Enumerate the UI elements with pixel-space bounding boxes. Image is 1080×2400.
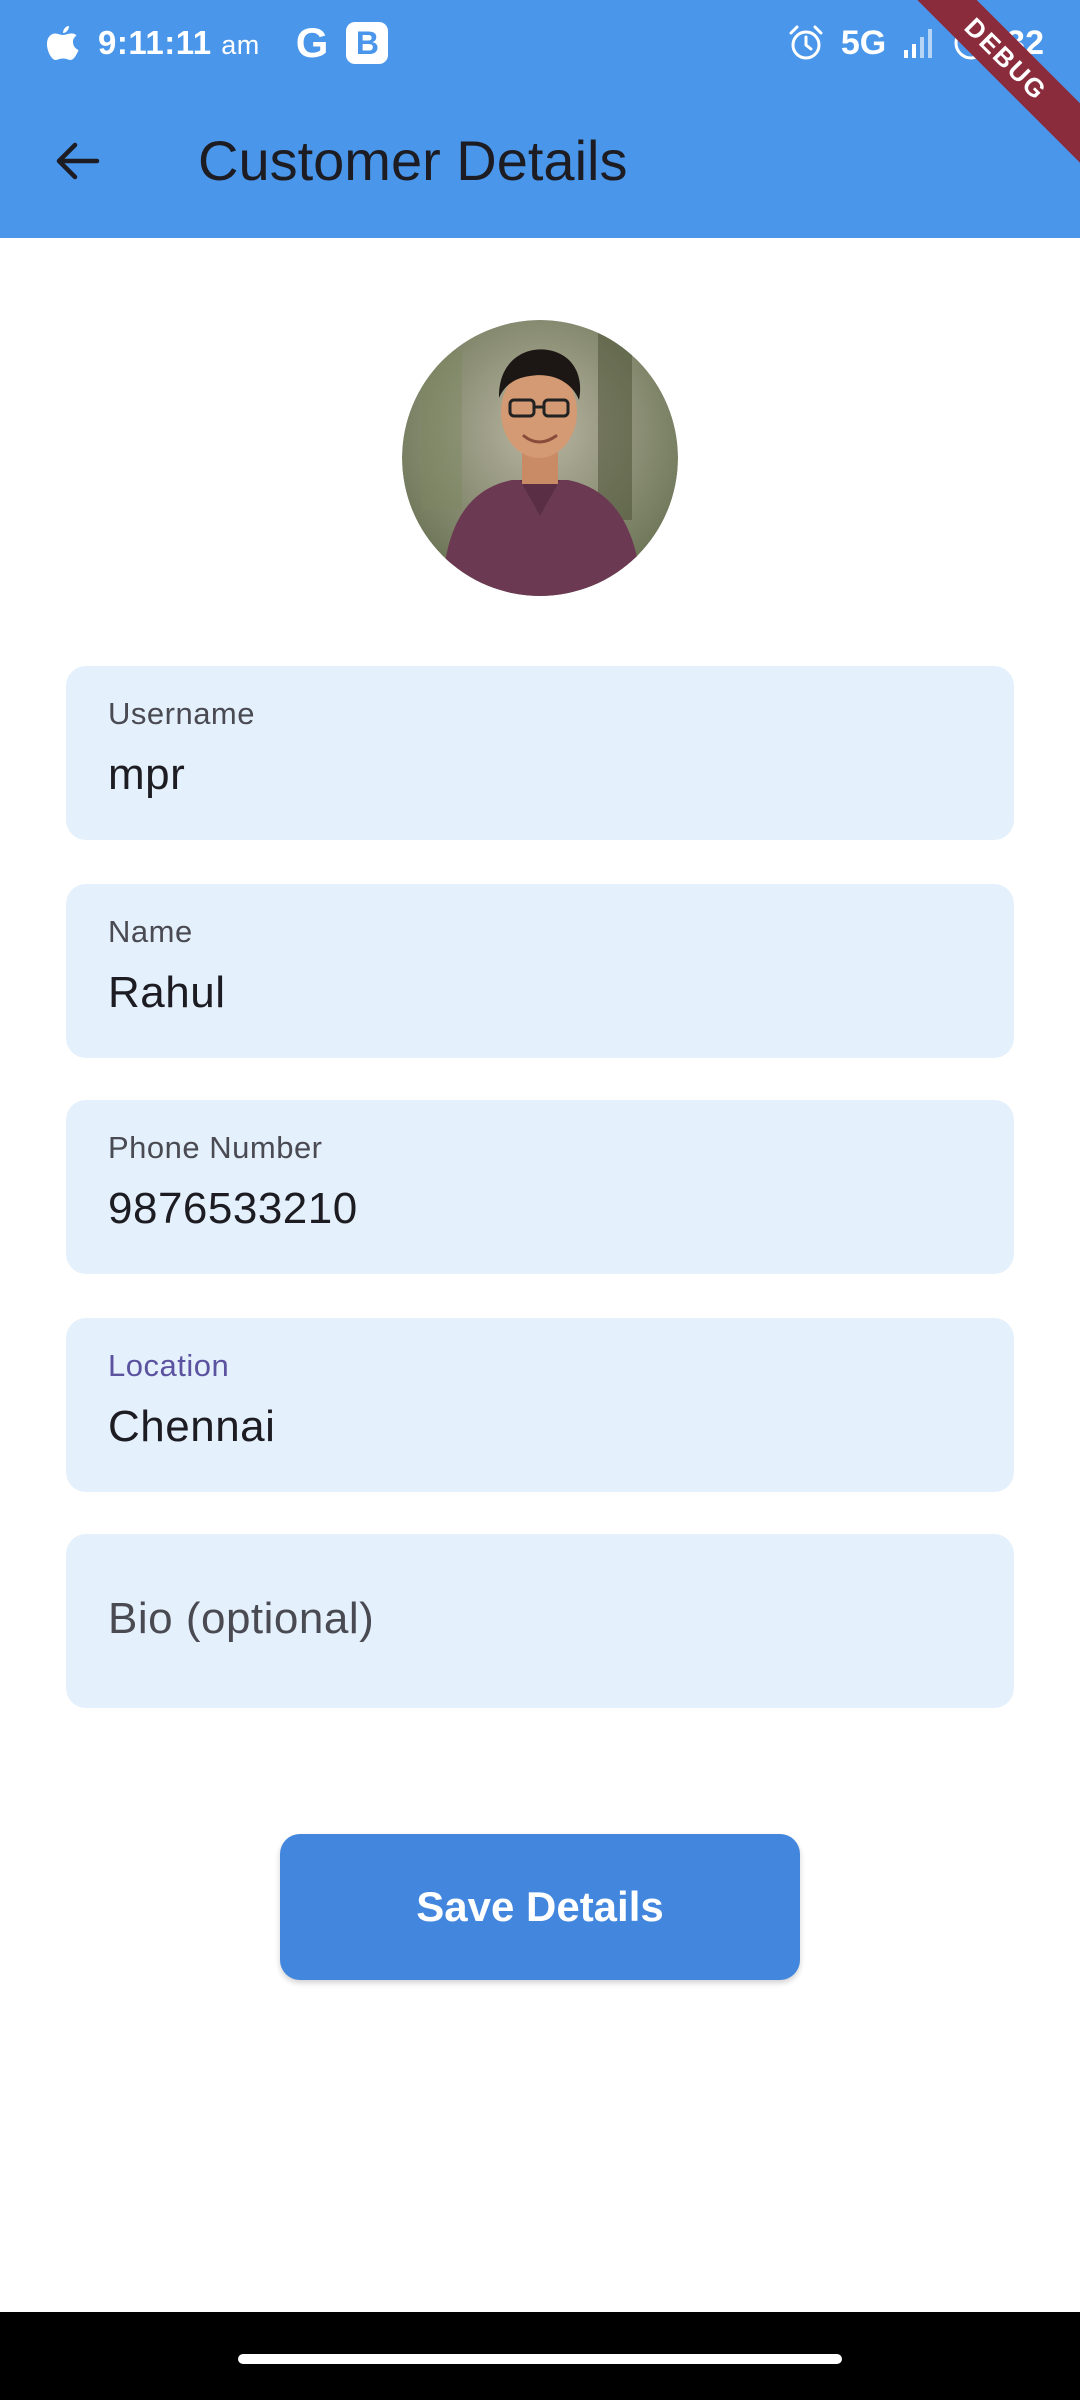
google-icon: G	[295, 19, 329, 66]
username-value[interactable]: mpr	[108, 750, 185, 800]
signal-icon	[902, 26, 936, 60]
phone-number-label: Phone Number	[108, 1130, 323, 1165]
header: 9:11:11 am G B 5G 32 Customer Details	[0, 0, 1080, 238]
page-title: Customer Details	[198, 129, 628, 192]
name-label: Name	[108, 914, 193, 949]
name-field[interactable]: Name Rahul	[66, 884, 1014, 1058]
username-label: Username	[108, 696, 255, 731]
status-time: 9:11:11 am	[98, 24, 260, 61]
location-label: Location	[108, 1348, 230, 1383]
status-bar-left: 9:11:11 am G B	[46, 18, 389, 68]
alarm-icon	[787, 24, 825, 62]
back-button[interactable]	[42, 126, 112, 196]
phone-number-field[interactable]: Phone Number 9876533210	[66, 1100, 1014, 1274]
app-bar: Customer Details	[0, 86, 1080, 238]
b-app-icon: B	[346, 22, 389, 64]
home-indicator[interactable]	[238, 2354, 842, 2364]
arrow-back-icon	[51, 135, 103, 187]
network-type: 5G	[840, 23, 887, 62]
bio-field[interactable]: Bio (optional)	[66, 1534, 1014, 1708]
status-bar: 9:11:11 am G B 5G 32	[0, 0, 1080, 86]
bio-placeholder[interactable]: Bio (optional)	[108, 1594, 374, 1644]
location-value[interactable]: Chennai	[108, 1402, 275, 1452]
customer-details-screen: 9:11:11 am G B 5G 32 Customer Details DE…	[0, 0, 1080, 2400]
phone-number-value[interactable]: 9876533210	[108, 1184, 358, 1234]
name-value[interactable]: Rahul	[108, 968, 225, 1018]
save-details-button[interactable]: Save Details	[280, 1834, 800, 1980]
apple-icon	[46, 24, 80, 62]
username-field[interactable]: Username mpr	[66, 666, 1014, 840]
avatar[interactable]	[402, 320, 678, 596]
location-field[interactable]: Location Chennai	[66, 1318, 1014, 1492]
system-nav-bar	[0, 2312, 1080, 2400]
